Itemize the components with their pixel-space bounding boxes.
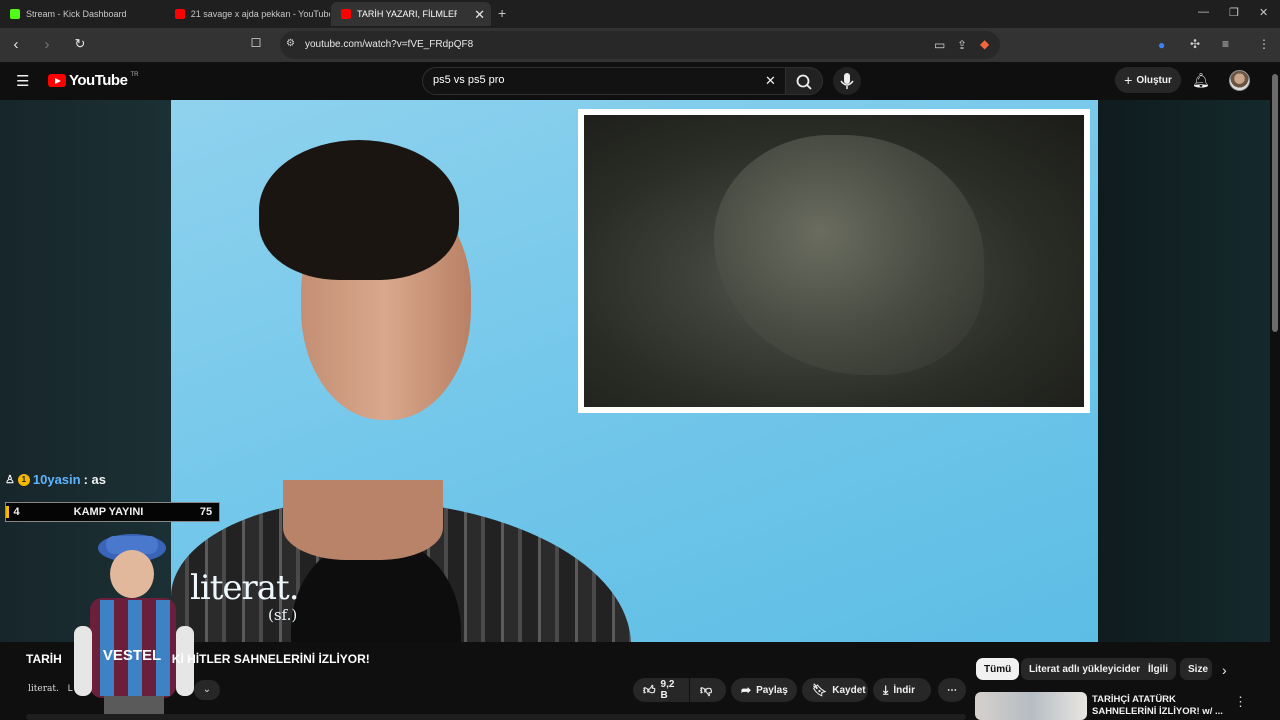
- page-scrollbar[interactable]: [1270, 62, 1280, 720]
- bookmark-save-icon: 🔖︎: [812, 683, 828, 697]
- channel-avatar[interactable]: literat. L: [28, 683, 73, 694]
- related-video-thumbnail[interactable]: [975, 692, 1087, 720]
- save-label: Kaydet: [832, 684, 866, 696]
- cast-icon[interactable]: ▭: [934, 38, 945, 52]
- plus-icon: +: [1124, 72, 1133, 88]
- share-icon: ➦: [741, 683, 752, 697]
- stream-bar-title: KAMP YAYINI: [73, 506, 144, 518]
- playlist-icon[interactable]: ≡: [1222, 37, 1229, 51]
- channel-watermark-sub: (sf.): [268, 606, 298, 624]
- extensions-icon[interactable]: ✣: [1190, 37, 1200, 51]
- youtube-icon: [175, 9, 185, 19]
- tab-title: Stream - Kick Dashboard: [26, 9, 127, 19]
- country-code: TR: [130, 71, 139, 78]
- search-box[interactable]: ✕: [422, 67, 786, 95]
- hamburger-menu-icon[interactable]: ☰: [16, 72, 29, 90]
- thumb-down-icon: 👎︎: [700, 682, 713, 697]
- download-button[interactable]: ⤓ İndir: [873, 678, 931, 702]
- inset-rock-shape: [714, 135, 984, 375]
- video-title-left: TARİH: [26, 652, 62, 666]
- reload-icon[interactable]: ↻: [71, 36, 89, 52]
- search-icon: [796, 74, 812, 90]
- tab-youtube-active[interactable]: TARİH YAZARI, FİLMLERDE ✕: [331, 2, 491, 26]
- scrollbar-thumb[interactable]: [1272, 74, 1278, 332]
- video-frame-person-hair: [259, 140, 459, 280]
- close-window-icon[interactable]: ✕: [1259, 6, 1268, 19]
- restore-icon[interactable]: ❐: [1229, 6, 1239, 19]
- more-actions-button[interactable]: ⋯: [938, 678, 966, 702]
- chat-user-icon: ♙: [5, 474, 15, 486]
- channel-watermark: literat.: [190, 568, 300, 608]
- browser-toolbar: ‹ › ↻ ☐ ⚙ youtube.com/watch?v=fVE_FRdpQF…: [0, 28, 1280, 62]
- channel-name-partial: L: [67, 683, 73, 693]
- stream-chat-line: ♙ 1 10yasin : as: [5, 472, 106, 487]
- channel-expand-button[interactable]: ⌄: [194, 680, 220, 700]
- logo-text: YouTube: [69, 72, 128, 89]
- brave-shield-icon[interactable]: ◆: [980, 37, 989, 51]
- share-label: Paylaş: [756, 684, 788, 696]
- chat-username: 10yasin: [32, 472, 81, 487]
- voice-search-button[interactable]: [833, 67, 861, 95]
- video-title: TARİH Kİ HİTLER SAHNELERİNİ İZLİYOR!: [26, 652, 370, 666]
- stream-bar: 4 KAMP YAYINI 75: [5, 502, 220, 522]
- channel-avatar-text: literat.: [28, 684, 59, 694]
- microphone-icon: [840, 73, 854, 89]
- new-tab-icon[interactable]: +: [498, 5, 506, 21]
- stream-bar-left: 4: [6, 506, 24, 518]
- video-inset-frame: [578, 109, 1090, 413]
- thumb-up-icon: 👍︎: [643, 682, 656, 697]
- site-info-icon[interactable]: ⚙: [286, 38, 295, 49]
- download-icon: ⤓: [883, 682, 889, 697]
- inset-image: [584, 115, 1084, 407]
- minimize-icon[interactable]: —: [1198, 6, 1209, 18]
- address-bar[interactable]: ⚙ youtube.com/watch?v=fVE_FRdpQF8 ▭ ⇪ ◆: [280, 31, 1000, 59]
- search-input[interactable]: [433, 74, 753, 86]
- download-label: İndir: [893, 684, 915, 696]
- stream-mascot: VESTEL: [74, 534, 194, 720]
- kick-icon: [10, 9, 20, 19]
- save-button[interactable]: 🔖︎ Kaydet: [802, 678, 868, 702]
- back-icon[interactable]: ‹: [7, 36, 25, 53]
- share-page-icon[interactable]: ⇪: [957, 38, 967, 52]
- comment-bar-strip: [26, 714, 966, 720]
- stream-bar-right: 75: [199, 506, 213, 518]
- youtube-play-icon: [48, 74, 66, 87]
- tab-youtube-savage[interactable]: 21 savage x ajda pekkan - YouTube: [165, 2, 330, 26]
- like-count: 9,2 B: [660, 679, 675, 701]
- close-tab-icon[interactable]: ✕: [474, 7, 485, 23]
- create-button[interactable]: + Oluştur: [1115, 67, 1181, 93]
- related-video-title[interactable]: TARİHÇİ ATATÜRK SAHNELERİNİ İZLİYOR! w/ …: [1092, 694, 1232, 718]
- dislike-button[interactable]: 👎︎: [690, 678, 726, 702]
- chips-next-icon[interactable]: ›: [1222, 662, 1227, 678]
- browser-tab-strip: Stream - Kick Dashboard 21 savage x ajda…: [0, 0, 1280, 28]
- related-video-menu-icon[interactable]: ⋮: [1234, 694, 1247, 710]
- notifications-bell-icon[interactable]: 🔔︎: [1192, 72, 1210, 89]
- bookmark-icon[interactable]: ☐: [247, 36, 265, 50]
- user-avatar[interactable]: [1229, 70, 1250, 91]
- share-button[interactable]: ➦ Paylaş: [731, 678, 797, 702]
- more-icon: ⋯: [947, 684, 957, 696]
- chat-badge: 1: [17, 473, 30, 486]
- youtube-icon: [341, 9, 351, 19]
- url-text: youtube.com/watch?v=fVE_FRdpQF8: [305, 39, 474, 50]
- chip-from-uploader[interactable]: Literat adlı yükleyiciden: [1021, 658, 1151, 680]
- chip-related[interactable]: İlgili: [1140, 658, 1176, 680]
- video-frame-person-neck: [283, 480, 443, 560]
- like-button[interactable]: 👍︎ 9,2 B: [633, 678, 689, 702]
- youtube-header: ☰ YouTube TR ✕ + Oluştur 🔔︎: [0, 62, 1280, 100]
- video-title-right: Kİ HİTLER SAHNELERİNİ İZLİYOR!: [171, 652, 370, 666]
- forward-icon[interactable]: ›: [38, 36, 56, 53]
- tab-title: 21 savage x ajda pekkan - YouTube: [190, 9, 330, 19]
- clear-search-icon[interactable]: ✕: [765, 73, 776, 89]
- chip-all[interactable]: Tümü: [976, 658, 1020, 680]
- create-label: Oluştur: [1136, 74, 1172, 86]
- extension-blue-icon[interactable]: ●: [1158, 38, 1165, 52]
- chip-for-you[interactable]: Size: [1180, 658, 1212, 680]
- search-button[interactable]: [785, 67, 823, 95]
- menu-icon[interactable]: ⋮: [1258, 37, 1270, 51]
- tab-title: TARİH YAZARI, FİLMLERDE: [357, 9, 457, 19]
- chat-message: : as: [83, 472, 106, 487]
- youtube-logo[interactable]: YouTube TR: [48, 72, 138, 89]
- tab-kick-dashboard[interactable]: Stream - Kick Dashboard: [0, 2, 165, 26]
